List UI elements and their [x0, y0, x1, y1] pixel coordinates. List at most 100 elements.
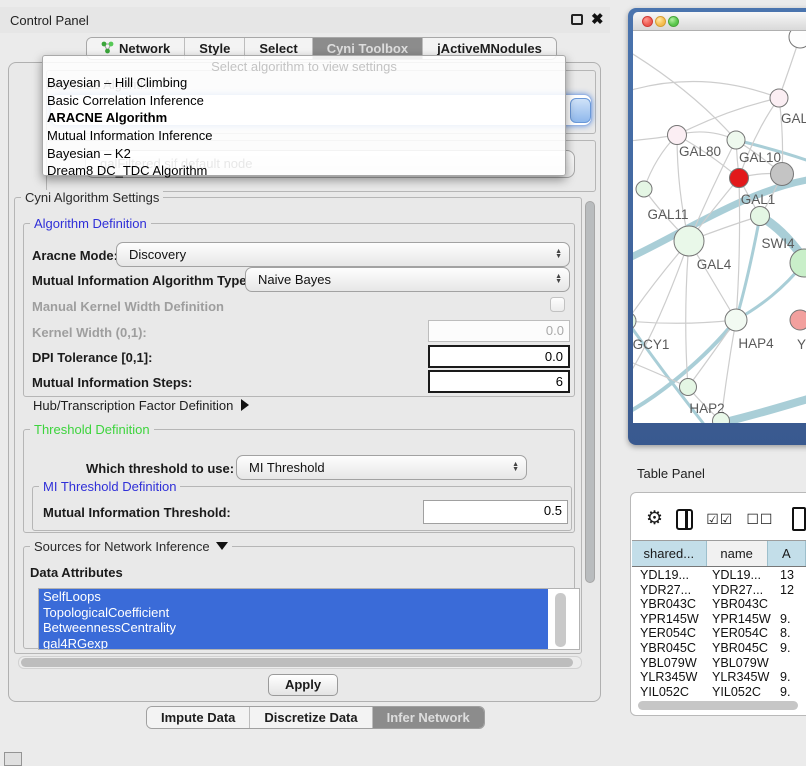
- tab-label: Style: [199, 41, 230, 56]
- table-row[interactable]: YBR043CYBR043C: [632, 597, 806, 612]
- table-hscrollbar-track[interactable]: [634, 700, 806, 712]
- network-edge[interactable]: [633, 320, 736, 323]
- file-icon[interactable]: [792, 507, 806, 531]
- manual-kernel-checkbox[interactable]: [550, 297, 565, 312]
- network-edge[interactable]: [677, 98, 779, 135]
- table-row[interactable]: YBL079WYBL079W: [632, 656, 806, 671]
- network-edge[interactable]: [633, 241, 689, 376]
- table-cell: YBR043C: [632, 597, 710, 612]
- settings-scrollbar-thumb[interactable]: [585, 201, 595, 583]
- table-cell: YPR145W: [632, 612, 710, 627]
- network-node[interactable]: [789, 31, 806, 48]
- table-cell: YIL052C: [632, 685, 710, 699]
- table-cell: 12: [774, 583, 806, 598]
- close-icon[interactable]: ✖: [591, 10, 604, 28]
- attribute-list-item[interactable]: SelfLoops: [39, 589, 548, 605]
- mi-steps-field[interactable]: 6: [428, 370, 570, 393]
- dropdown-option[interactable]: Mutual Information Inference: [43, 127, 565, 145]
- network-node[interactable]: [668, 126, 687, 145]
- network-node[interactable]: [680, 379, 697, 396]
- dpi-tolerance-field[interactable]: 0.0: [428, 345, 570, 368]
- network-edge[interactable]: [633, 51, 736, 140]
- control-panel-titlebar: Control Panel ✖: [0, 7, 610, 33]
- dropdown-option[interactable]: Bayesian – Hill Climbing: [43, 74, 565, 92]
- network-node[interactable]: [727, 131, 745, 149]
- list-scrollbar-thumb[interactable]: [555, 593, 566, 647]
- network-edge[interactable]: [721, 397, 806, 423]
- data-attributes-list[interactable]: SelfLoopsTopologicalCoefficientBetweenne…: [38, 588, 580, 650]
- network-edge[interactable]: [633, 82, 779, 98]
- network-edge[interactable]: [686, 241, 689, 387]
- combo-spinner-icon: ▲▼: [555, 275, 562, 284]
- float-window-icon[interactable]: [571, 14, 583, 25]
- settings-gear-icon[interactable]: ⚙: [646, 510, 663, 528]
- apply-button[interactable]: Apply: [268, 674, 338, 696]
- network-node[interactable]: [636, 181, 652, 197]
- dropdown-option[interactable]: ARACNE Algorithm: [43, 109, 565, 127]
- network-node[interactable]: [770, 89, 788, 107]
- aracne-mode-value: Discovery: [117, 247, 555, 262]
- bottom-tab-impute-data[interactable]: Impute Data: [147, 707, 250, 728]
- settings-hscrollbar-thumb[interactable]: [21, 658, 573, 667]
- bottom-tab-discretize-data[interactable]: Discretize Data: [250, 707, 372, 728]
- network-window-titlebar[interactable]: [633, 12, 806, 31]
- select-all-icon[interactable]: ☑☑: [706, 511, 733, 528]
- table-row[interactable]: YLR345WYLR345W9.: [632, 670, 806, 685]
- attribute-list-item[interactable]: BetweennessCentrality: [39, 620, 548, 636]
- combo-spinner-icon[interactable]: [570, 98, 591, 123]
- table-row[interactable]: YPR145WYPR145W9.: [632, 612, 806, 627]
- mi-algorithm-type-combo[interactable]: Naive Bayes ▲▼: [245, 267, 570, 292]
- network-node[interactable]: [674, 226, 704, 256]
- column-layout-icon[interactable]: [676, 509, 693, 530]
- which-threshold-combo[interactable]: MI Threshold ▲▼: [236, 455, 527, 480]
- table-column-header[interactable]: name: [707, 541, 768, 566]
- hub-definition-toggle[interactable]: Hub/Transcription Factor Definition: [33, 398, 249, 413]
- kernel-width-field[interactable]: 0.0: [428, 320, 570, 342]
- deselect-all-icon[interactable]: ☐☐: [746, 511, 773, 528]
- network-node[interactable]: [771, 163, 794, 186]
- which-threshold-value: MI Threshold: [237, 460, 512, 475]
- threshold-definition-title: Threshold Definition: [30, 422, 154, 437]
- table-row[interactable]: YDR27...YDR27...12: [632, 583, 806, 598]
- threshold-definition-group: Threshold Definition Which threshold to …: [23, 429, 575, 533]
- network-node[interactable]: [730, 169, 749, 188]
- minimize-traffic-light-icon[interactable]: [655, 16, 666, 27]
- sources-title-text: Sources for Network Inference: [34, 539, 210, 554]
- combo-spinner-icon: ▲▼: [512, 463, 519, 472]
- mi-type-value: Naive Bayes: [246, 272, 555, 287]
- table-column-header[interactable]: shared...: [632, 541, 707, 566]
- mi-threshold-field[interactable]: 0.5: [423, 500, 568, 524]
- zoom-traffic-light-icon[interactable]: [668, 16, 679, 27]
- bottom-tab-infer-network[interactable]: Infer Network: [373, 707, 484, 728]
- network-edge[interactable]: [736, 178, 740, 320]
- table-cell: YDR27...: [632, 583, 710, 598]
- mi-type-label: Mutual Information Algorithm Type:: [32, 273, 251, 288]
- close-traffic-light-icon[interactable]: [642, 16, 653, 27]
- dropdown-option[interactable]: Basic Correlation Inference: [43, 92, 565, 110]
- dropdown-option[interactable]: Dream8 DC_TDC Algorithm: [43, 162, 565, 180]
- table-cell: 9.: [774, 612, 806, 627]
- aracne-mode-combo[interactable]: Discovery ▲▼: [116, 242, 570, 267]
- table-column-header[interactable]: A: [768, 541, 806, 566]
- bottom-tabbar: Impute DataDiscretize DataInfer Network: [146, 706, 485, 729]
- network-node[interactable]: [790, 310, 806, 330]
- attribute-list-item[interactable]: TopologicalCoefficient: [39, 605, 548, 621]
- control-panel-title: Control Panel: [10, 13, 89, 28]
- network-edge[interactable]: [688, 320, 736, 387]
- table-row[interactable]: YBR045CYBR045C9.: [632, 641, 806, 656]
- settings-hscrollbar-track[interactable]: [18, 656, 582, 669]
- network-node[interactable]: [790, 249, 806, 277]
- network-canvas[interactable]: GALGAL80GAL10GAL1GAL11SWI4GAL4GCY1HAP4YH…: [633, 31, 806, 423]
- network-node[interactable]: [725, 309, 747, 331]
- network-node[interactable]: [751, 207, 770, 226]
- panel-dock-icon[interactable]: [4, 752, 22, 766]
- network-node[interactable]: [633, 312, 636, 330]
- table-row[interactable]: YER054CYER054C8.: [632, 626, 806, 641]
- table-cell: YBR045C: [710, 641, 774, 656]
- dropdown-option[interactable]: Bayesian – K2: [43, 144, 565, 162]
- attribute-list-item[interactable]: gal4RGexp: [39, 636, 548, 651]
- table-row[interactable]: YDL19...YDL19...13: [632, 568, 806, 583]
- table-hscrollbar-thumb[interactable]: [638, 701, 798, 710]
- table-row[interactable]: YIL052CYIL052C9.: [632, 685, 806, 699]
- tab-label: jActiveMNodules: [437, 41, 542, 56]
